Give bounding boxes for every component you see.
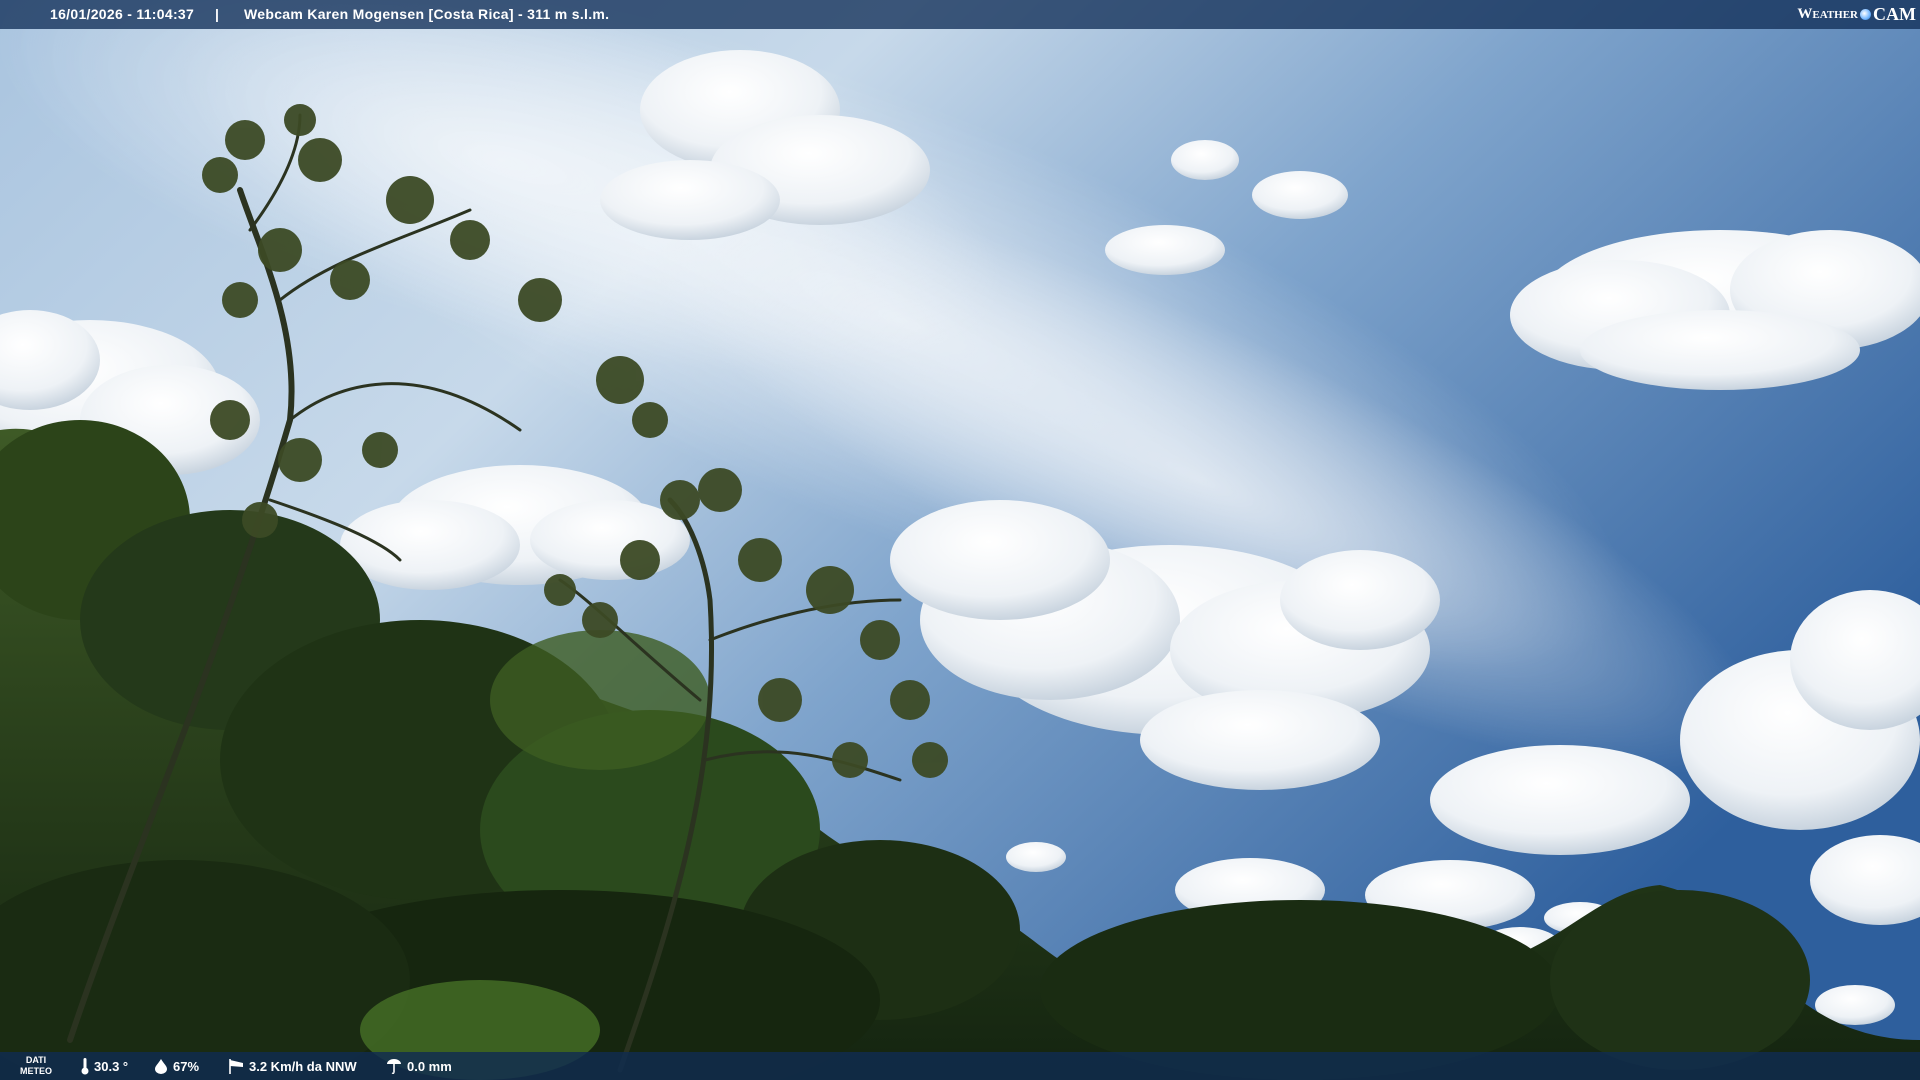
cloud-puff xyxy=(1105,225,1225,275)
timestamp: 16/01/2026 - 11:04:37 xyxy=(50,6,195,22)
temperature-reading: 30.3 ° xyxy=(80,1057,128,1075)
rain-gauge-icon xyxy=(387,1059,401,1075)
weather-data-label: DATI METEO xyxy=(14,1055,58,1077)
thermometer-icon xyxy=(81,1058,89,1075)
weather-data-bar: DATI METEO 30.3 ° 67% 3.2 Km/h da NNW 0.… xyxy=(0,1052,1920,1080)
cloud-puff xyxy=(1006,842,1066,872)
weather-data-label-line1: DATI xyxy=(25,1055,47,1065)
wind-reading: 3.2 Km/h da NNW xyxy=(227,1057,357,1075)
weather-data-label-line2: METEO xyxy=(19,1066,52,1076)
weathercam-logo: Weather CAM xyxy=(1797,3,1916,25)
temperature-value: 30.3 ° xyxy=(94,1058,129,1074)
header-separator: | xyxy=(215,6,220,22)
wind-value: 3.2 Km/h da NNW xyxy=(249,1058,357,1074)
webcam-scene xyxy=(0,0,1920,1080)
windsock-icon xyxy=(229,1059,243,1074)
rain-reading: 0.0 mm xyxy=(385,1057,452,1075)
humidity-reading: 67% xyxy=(153,1057,199,1075)
humidity-value: 67% xyxy=(173,1058,200,1074)
header-bar: 16/01/2026 - 11:04:37 | Webcam Karen Mog… xyxy=(0,0,1920,29)
webcam-title: Webcam Karen Mogensen [Costa Rica] - 311… xyxy=(244,6,610,22)
cloud-puff xyxy=(1252,171,1348,219)
cloud-puff xyxy=(1171,140,1239,180)
logo-globe-icon xyxy=(1860,8,1871,20)
droplet-icon xyxy=(155,1059,167,1074)
logo-weather-text: Weather xyxy=(1797,5,1858,22)
rain-value: 0.0 mm xyxy=(407,1058,452,1074)
logo-cam-text: CAM xyxy=(1873,3,1916,24)
